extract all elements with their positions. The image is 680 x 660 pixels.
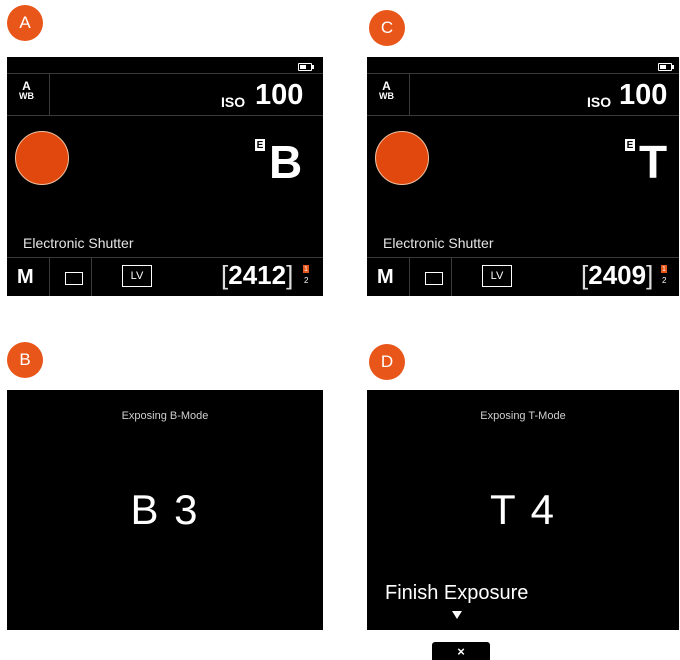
exposure-mode[interactable]: M — [377, 266, 394, 289]
exposure-mode[interactable]: M — [17, 266, 34, 289]
iso-value[interactable]: 100 — [619, 79, 667, 112]
live-view-button[interactable]: LV — [482, 265, 512, 287]
exposure-readout: B 3 — [130, 486, 200, 533]
badge-d: D — [369, 344, 405, 380]
camera-screen-a: A WB ISO 100 E B Electronic Shutter M LV… — [7, 57, 323, 296]
divider-wb — [49, 73, 50, 115]
record-button[interactable] — [375, 131, 429, 185]
battery-icon — [298, 63, 314, 71]
camera-screen-c: A WB ISO 100 E T Electronic Shutter M LV… — [367, 57, 679, 296]
electronic-shutter-icon: E — [625, 139, 635, 151]
divider-m — [49, 257, 50, 296]
shutter-type-label: Electronic Shutter — [23, 235, 134, 251]
divider-header — [367, 115, 679, 116]
iso-label: ISO — [587, 94, 612, 110]
single-frame-icon[interactable] — [425, 272, 443, 285]
wb-label: WB — [19, 91, 34, 101]
bracket-close: ] — [286, 260, 294, 290]
shutter-mode-letter[interactable]: B — [269, 135, 302, 189]
card-slot-2-icon: 2 — [304, 276, 309, 285]
single-frame-icon[interactable] — [65, 272, 83, 285]
battery-icon — [658, 63, 674, 71]
badge-a: A — [7, 5, 43, 41]
down-arrow-icon — [452, 611, 462, 619]
exposing-screen-d: Exposing T-Mode T 4 Finish Exposure — [367, 390, 679, 630]
wb-label: WB — [379, 91, 394, 101]
iso-label: ISO — [221, 94, 246, 110]
divider-header — [7, 115, 323, 116]
divider-wb — [409, 73, 410, 115]
exposing-title: Exposing T-Mode — [480, 410, 566, 422]
divider-frame — [451, 257, 452, 296]
white-balance-indicator[interactable]: A WB — [379, 79, 394, 101]
electronic-shutter-icon: E — [255, 139, 265, 151]
divider-top — [367, 73, 679, 74]
card-slot-1-icon: 1 — [303, 265, 309, 273]
shots-remaining: [2409] — [581, 260, 653, 291]
shot-count: 2412 — [228, 260, 287, 290]
divider-frame — [91, 257, 92, 296]
exposure-readout: T 4 — [490, 486, 556, 533]
wb-mode: A — [382, 79, 391, 93]
shutter-mode-letter[interactable]: T — [639, 135, 667, 189]
white-balance-indicator[interactable]: A WB — [19, 79, 34, 101]
live-view-button[interactable]: LV — [122, 265, 152, 287]
divider-footer — [367, 257, 679, 258]
exposing-title: Exposing B-Mode — [121, 410, 209, 422]
badge-b: B — [7, 342, 43, 378]
shot-count: 2409 — [588, 260, 647, 290]
exposing-screen-b: Exposing B-Mode B 3 — [7, 390, 323, 630]
iso-value[interactable]: 100 — [255, 79, 303, 112]
badge-c: C — [369, 10, 405, 46]
divider-top — [7, 73, 323, 74]
close-icon: × — [457, 643, 465, 659]
shutter-type-label: Electronic Shutter — [383, 235, 494, 251]
card-slot-2-icon: 2 — [662, 276, 667, 285]
record-button[interactable] — [15, 131, 69, 185]
bracket-close: ] — [646, 260, 654, 290]
wb-mode: A — [22, 79, 31, 93]
finish-exposure-button[interactable]: Finish Exposure — [385, 582, 528, 605]
divider-footer — [7, 257, 323, 258]
divider-m — [409, 257, 410, 296]
close-button[interactable]: × — [432, 642, 490, 660]
shots-remaining: [2412] — [221, 260, 293, 291]
card-slot-1-icon: 1 — [661, 265, 667, 273]
